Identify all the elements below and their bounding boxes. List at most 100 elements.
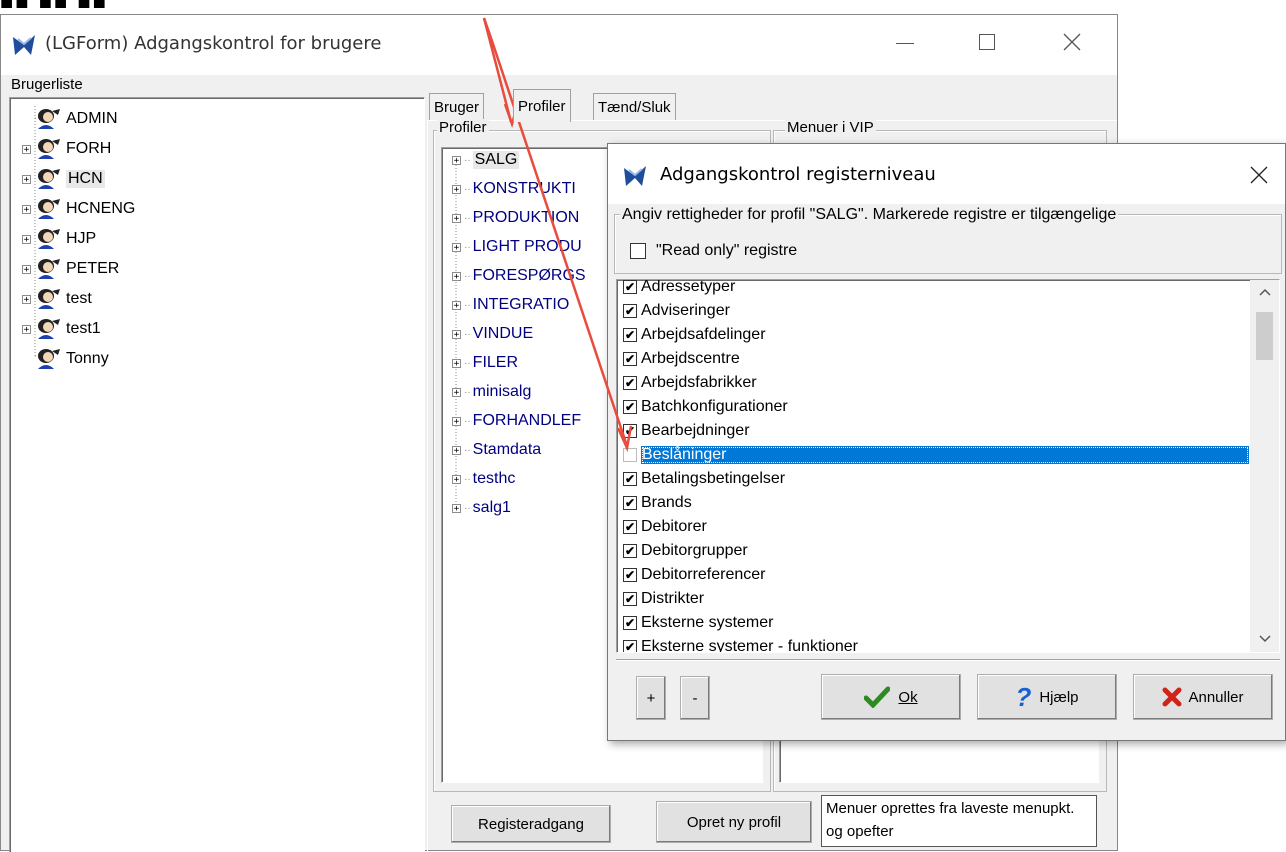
register-list-item[interactable]: ✔ Debitorreferencer — [617, 563, 1249, 587]
profile-tree-item[interactable]: + ·· FORESPØRGS — [452, 261, 586, 291]
expand-plus-icon[interactable]: + — [452, 503, 461, 513]
register-list-scrollbar[interactable] — [1250, 280, 1279, 652]
register-checkbox[interactable]: ✔ — [623, 304, 637, 318]
help-button[interactable]: ? Hjælp — [977, 674, 1117, 720]
profile-tree-item[interactable]: + ·· minisalg — [452, 377, 531, 407]
dialog-close-icon[interactable] — [1250, 166, 1268, 184]
user-tree-item[interactable]: + HCNENG — [22, 194, 135, 224]
expand-plus-icon[interactable]: + — [452, 416, 461, 426]
register-checkbox[interactable]: ✔ — [623, 568, 637, 582]
expand-plus-icon[interactable]: + — [22, 264, 31, 274]
profile-tree-item[interactable]: + ·· VINDUE — [452, 319, 533, 349]
register-checkbox[interactable]: ✔ — [623, 544, 637, 558]
user-tree[interactable]: ADMIN + FORH + HCN + HCNENG + HJP + PETER + test + tes… — [9, 97, 425, 852]
tree-connector: ·· — [464, 473, 471, 485]
expand-plus-icon[interactable]: + — [452, 213, 461, 223]
register-access-button[interactable]: Registeradgang — [451, 805, 611, 843]
scrollbar-thumb[interactable] — [1256, 312, 1273, 360]
profile-tree-item[interactable]: + ·· FILER — [452, 348, 518, 378]
register-list-item[interactable]: ✔ Adviseringer — [617, 299, 1249, 323]
user-tree-item[interactable]: + HCN — [22, 164, 105, 194]
expand-plus-icon[interactable]: + — [22, 324, 31, 334]
register-checkbox[interactable]: ✔ — [623, 424, 637, 438]
user-tree-item[interactable]: Tonny — [22, 344, 109, 374]
register-list-item[interactable]: ✔ Brands — [617, 491, 1249, 515]
profile-tree-item[interactable]: + ·· KONSTRUKTI — [452, 174, 576, 204]
maximize-button[interactable] — [979, 34, 995, 50]
expand-plus-icon[interactable]: + — [452, 271, 461, 281]
register-checkbox[interactable]: ✔ — [623, 400, 637, 414]
readonly-checkbox[interactable] — [630, 243, 646, 259]
cancel-button[interactable]: Annuller — [1133, 674, 1273, 720]
tab-taend-sluk[interactable]: Tænd/Sluk — [593, 93, 676, 121]
expand-plus-icon[interactable]: + — [22, 174, 31, 184]
new-profile-button[interactable]: Opret ny profil — [656, 801, 812, 843]
profile-tree-item[interactable]: + ·· LIGHT PRODU — [452, 232, 582, 262]
close-icon[interactable] — [1063, 33, 1081, 51]
register-checkbox[interactable]: ✔ — [623, 376, 637, 390]
register-list-item[interactable]: ✔ Betalingsbetingelser — [617, 467, 1249, 491]
expand-plus-icon[interactable]: + — [452, 445, 461, 455]
profile-tree-item[interactable]: + ·· salg1 — [452, 493, 511, 523]
dialog-title-bar[interactable]: Adgangskontrol registerniveau — [608, 144, 1285, 204]
expand-plus-icon[interactable]: + — [22, 234, 31, 244]
expand-plus-icon[interactable]: + — [452, 242, 461, 252]
register-checkbox[interactable]: ✔ — [623, 280, 637, 294]
main-title-bar[interactable]: (LGForm) Adgangskontrol for brugere — [1, 15, 1117, 75]
register-list-item[interactable]: ✔ Arbejdsafdelinger — [617, 323, 1249, 347]
register-list-item[interactable]: ✔ Debitorgrupper — [617, 539, 1249, 563]
register-checkbox[interactable]: ✔ — [623, 520, 637, 534]
expand-plus-icon[interactable]: + — [452, 184, 461, 194]
register-list-item[interactable]: ✔ Distrikter — [617, 587, 1249, 611]
expand-plus-icon[interactable]: + — [452, 155, 461, 165]
expand-plus-icon[interactable]: + — [22, 294, 31, 304]
user-tree-item[interactable]: + test — [22, 284, 92, 314]
tab-profiler[interactable]: Profiler — [513, 89, 571, 122]
register-list-item[interactable]: ✔ Arbejdscentre — [617, 347, 1249, 371]
minus-button[interactable]: - — [680, 676, 710, 720]
user-tree-item[interactable]: + FORH — [22, 134, 111, 164]
register-list[interactable]: ✔ Adressetyper ✔ Adviseringer ✔ Arbejdsafdeli… — [616, 279, 1280, 653]
register-list-item[interactable]: ✔ Batchkonfigurationer — [617, 395, 1249, 419]
register-checkbox[interactable]: ✔ — [623, 472, 637, 486]
expand-plus-icon[interactable]: + — [452, 329, 461, 339]
register-list-item[interactable]: ✔ Adressetyper — [617, 280, 1249, 299]
user-tree-item[interactable]: + test1 — [22, 314, 101, 344]
ok-button[interactable]: Ok — [821, 674, 961, 720]
expand-plus-icon[interactable]: + — [22, 144, 31, 154]
profile-tree-item[interactable]: + ·· FORHANDLEF — [452, 406, 581, 436]
profile-tree-item[interactable]: + ·· PRODUKTION — [452, 203, 579, 233]
tab-bruger[interactable]: Bruger — [429, 93, 485, 121]
register-list-item[interactable]: ✔ Arbejdsfabrikker — [617, 371, 1249, 395]
user-tree-item[interactable]: + HJP — [22, 224, 96, 254]
register-list-item[interactable]: ✔ Debitorer — [617, 515, 1249, 539]
scroll-down-icon[interactable] — [1259, 635, 1271, 643]
register-checkbox[interactable]: ✔ — [623, 328, 637, 342]
register-list-item[interactable]: ✔ Eksterne systemer - funktioner — [617, 635, 1249, 652]
register-list-item[interactable]: Beslåninger — [617, 443, 1249, 467]
register-list-item[interactable]: ✔ Bearbejdninger — [617, 419, 1249, 443]
profile-tree-item[interactable]: + ·· SALG — [452, 145, 520, 175]
profile-tree-item[interactable]: + ·· testhc — [452, 464, 515, 494]
expand-plus-icon[interactable]: + — [452, 358, 461, 368]
profile-tree-item[interactable]: + ·· INTEGRATIO — [452, 290, 569, 320]
register-checkbox[interactable] — [623, 448, 637, 462]
scroll-up-icon[interactable] — [1259, 288, 1271, 296]
expand-plus-icon[interactable]: + — [452, 300, 461, 310]
register-checkbox[interactable]: ✔ — [623, 352, 637, 366]
readonly-checkbox-row[interactable]: "Read only" registre — [630, 242, 797, 260]
register-checkbox[interactable]: ✔ — [623, 592, 637, 606]
user-tree-item[interactable]: + PETER — [22, 254, 119, 284]
expand-plus-icon[interactable]: + — [22, 204, 31, 214]
expand-plus-icon[interactable]: + — [452, 387, 461, 397]
register-list-item[interactable]: ✔ Eksterne systemer — [617, 611, 1249, 635]
user-tree-item[interactable]: ADMIN — [22, 104, 118, 134]
plus-button[interactable]: + — [636, 676, 666, 720]
profile-tree-item[interactable]: + ·· Stamdata — [452, 435, 541, 465]
profile-name: LIGHT PRODU — [472, 238, 582, 255]
register-checkbox[interactable]: ✔ — [623, 616, 637, 630]
expand-plus-icon[interactable]: + — [452, 474, 461, 484]
register-checkbox[interactable]: ✔ — [623, 496, 637, 510]
minimize-button[interactable] — [896, 43, 914, 44]
register-checkbox[interactable]: ✔ — [623, 640, 637, 652]
